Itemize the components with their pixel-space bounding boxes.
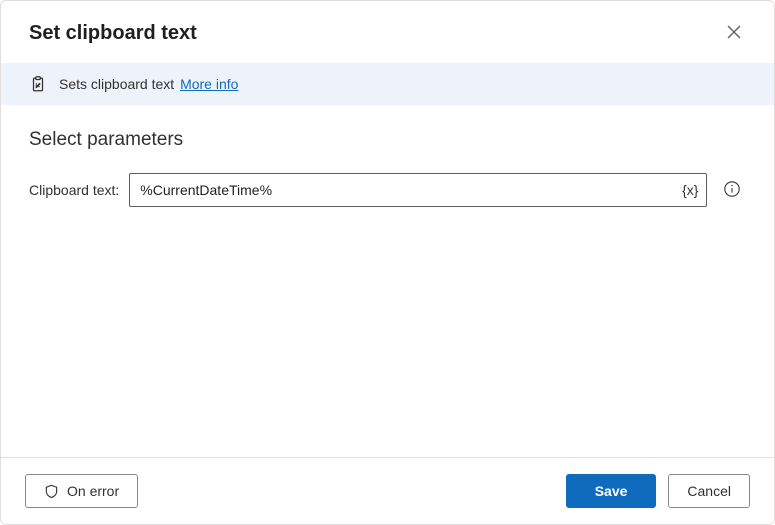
footer-actions: Save Cancel xyxy=(566,474,750,508)
info-description: Sets clipboard text xyxy=(59,76,174,92)
save-button[interactable]: Save xyxy=(566,474,657,508)
on-error-label: On error xyxy=(67,483,119,499)
clipboard-text-input[interactable] xyxy=(129,173,707,207)
dialog-footer: On error Save Cancel xyxy=(1,457,774,524)
clipboard-text-label: Clipboard text: xyxy=(29,182,119,198)
input-wrapper: {x} xyxy=(129,173,707,207)
dialog-content: Select parameters Clipboard text: {x} xyxy=(1,105,774,457)
cancel-button[interactable]: Cancel xyxy=(668,474,750,508)
on-error-button[interactable]: On error xyxy=(25,474,138,508)
more-info-link[interactable]: More info xyxy=(180,76,238,92)
info-icon xyxy=(723,180,741,201)
dialog-header: Set clipboard text xyxy=(1,1,774,63)
clipboard-edit-icon xyxy=(29,75,47,93)
dialog-title: Set clipboard text xyxy=(29,22,197,45)
dialog: Set clipboard text Sets clipboard text M… xyxy=(0,0,775,525)
insert-variable-button[interactable]: {x} xyxy=(677,177,703,203)
field-row-clipboard-text: Clipboard text: {x} xyxy=(29,173,746,207)
help-button[interactable] xyxy=(721,179,743,201)
info-text-wrap: Sets clipboard text More info xyxy=(59,76,238,92)
close-icon xyxy=(727,25,741,42)
section-title: Select parameters xyxy=(29,129,746,151)
close-button[interactable] xyxy=(718,17,750,49)
info-bar: Sets clipboard text More info xyxy=(1,63,774,105)
shield-icon xyxy=(44,484,59,499)
